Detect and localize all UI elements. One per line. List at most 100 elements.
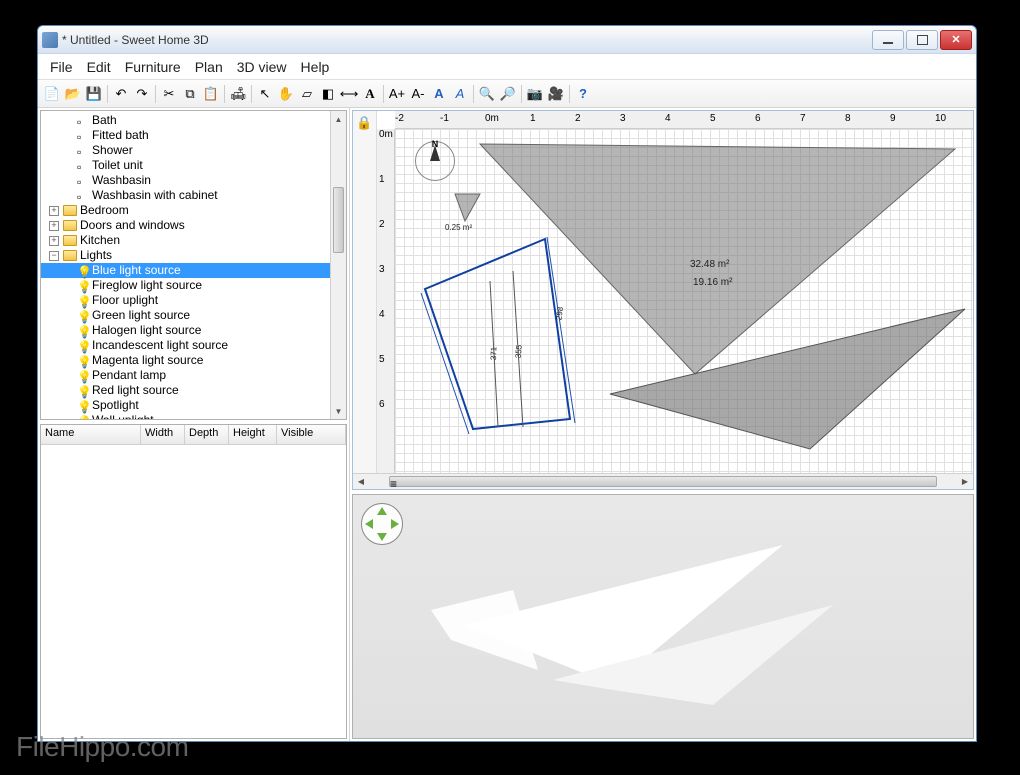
catalog-item[interactable]: ▫Shower xyxy=(41,143,330,158)
catalog-item[interactable]: ▫Washbasin xyxy=(41,173,330,188)
titlebar[interactable]: * Untitled - Sweet Home 3D xyxy=(38,26,976,54)
plan-shapes xyxy=(395,129,973,473)
plan-canvas-area[interactable]: -2-10m1234567891011 0m123456 xyxy=(377,111,973,473)
cut-icon[interactable]: ✂ xyxy=(159,84,179,104)
scroll-up-icon[interactable]: ▲ xyxy=(331,111,346,127)
3d-shapes xyxy=(353,495,973,738)
redo-icon[interactable]: ↷ xyxy=(132,84,152,104)
ruler-tick: 6 xyxy=(755,113,761,124)
light-icon: 💡 xyxy=(77,340,89,352)
catalog-category[interactable]: +Doors and windows xyxy=(41,218,330,233)
expander-icon[interactable]: − xyxy=(49,251,59,261)
photo-icon[interactable]: 📷 xyxy=(525,84,545,104)
catalog-item[interactable]: 💡Magenta light source xyxy=(41,353,330,368)
scroll-left-icon[interactable]: ◀ xyxy=(353,474,369,490)
col-height[interactable]: Height xyxy=(229,425,277,444)
scroll-down-icon[interactable]: ▼ xyxy=(331,403,346,419)
catalog-item[interactable]: 💡Blue light source xyxy=(41,263,330,278)
help-icon[interactable]: ? xyxy=(573,84,593,104)
catalog-item[interactable]: ▫Toilet unit xyxy=(41,158,330,173)
ruler-tick: 3 xyxy=(620,113,626,124)
expander-icon[interactable]: + xyxy=(49,206,59,216)
menu-edit[interactable]: Edit xyxy=(81,57,117,77)
text-tool-icon[interactable]: A xyxy=(360,84,380,104)
catalog-category[interactable]: −Lights xyxy=(41,248,330,263)
catalog-item[interactable]: ▫Bath xyxy=(41,113,330,128)
menu-furniture[interactable]: Furniture xyxy=(119,57,187,77)
col-visible[interactable]: Visible xyxy=(277,425,346,444)
ruler-tick: 1 xyxy=(530,113,536,124)
add-furniture-icon[interactable]: 🛋 xyxy=(228,84,248,104)
decrease-text-icon[interactable]: A- xyxy=(408,84,428,104)
catalog-item[interactable]: 💡Incandescent light source xyxy=(41,338,330,353)
furniture-icon: ▫ xyxy=(77,190,89,202)
plan-canvas[interactable]: N 32.48 m² 19.16 m² 0.25 m² 371 355 298 xyxy=(395,129,973,473)
light-icon: 💡 xyxy=(77,265,89,277)
lock-icon[interactable]: 🔒 xyxy=(355,113,375,133)
3d-view[interactable] xyxy=(352,494,974,739)
ruler-tick: 4 xyxy=(379,309,385,320)
ruler-tick: 3 xyxy=(379,264,385,275)
copy-icon[interactable]: ⧉ xyxy=(180,84,200,104)
catalog-item[interactable]: 💡Halogen light source xyxy=(41,323,330,338)
h-scroll-thumb[interactable]: ≡ xyxy=(389,476,937,487)
menu-file[interactable]: File xyxy=(44,57,79,77)
zoom-out-icon[interactable]: 🔎 xyxy=(498,84,518,104)
catalog-tree[interactable]: ▫Bath▫Fitted bath▫Shower▫Toilet unit▫Was… xyxy=(41,111,330,419)
catalog-item[interactable]: 💡Fireglow light source xyxy=(41,278,330,293)
italic-icon[interactable]: A xyxy=(450,84,470,104)
select-tool-icon[interactable]: ↖ xyxy=(255,84,275,104)
bold-icon[interactable]: A xyxy=(429,84,449,104)
app-icon xyxy=(42,32,58,48)
col-name[interactable]: Name xyxy=(41,425,141,444)
ruler-vertical: 0m123456 xyxy=(377,129,395,473)
col-width[interactable]: Width xyxy=(141,425,185,444)
catalog-item[interactable]: 💡Floor uplight xyxy=(41,293,330,308)
room-tool-icon[interactable]: ◧ xyxy=(318,84,338,104)
catalog-scrollbar[interactable]: ▲ ▼ xyxy=(330,111,346,419)
menu-help[interactable]: Help xyxy=(295,57,336,77)
expander-icon[interactable]: + xyxy=(49,236,59,246)
zoom-in-icon[interactable]: 🔍 xyxy=(477,84,497,104)
minimize-button[interactable] xyxy=(872,30,904,50)
furniture-list: Name Width Depth Height Visible xyxy=(40,424,347,739)
close-button[interactable] xyxy=(940,30,972,50)
catalog-item[interactable]: 💡Green light source xyxy=(41,308,330,323)
catalog-item[interactable]: ▫Washbasin with cabinet xyxy=(41,188,330,203)
maximize-button[interactable] xyxy=(906,30,938,50)
left-panel: ▫Bath▫Fitted bath▫Shower▫Toilet unit▫Was… xyxy=(38,108,350,741)
scroll-thumb[interactable] xyxy=(333,187,344,253)
video-icon[interactable]: 🎥 xyxy=(546,84,566,104)
menu-3dview[interactable]: 3D view xyxy=(231,57,293,77)
folder-icon xyxy=(63,205,77,216)
save-icon[interactable]: 💾 xyxy=(84,84,104,104)
right-panel: 🔒 -2-10m1234567891011 0m123456 xyxy=(350,108,976,741)
catalog-item[interactable]: 💡Wall uplight xyxy=(41,413,330,419)
col-depth[interactable]: Depth xyxy=(185,425,229,444)
menu-plan[interactable]: Plan xyxy=(189,57,229,77)
plan-h-scrollbar[interactable]: ◀ ≡ ▶ xyxy=(353,473,973,489)
catalog-item[interactable]: 💡Spotlight xyxy=(41,398,330,413)
dimension-tool-icon[interactable]: ⟷ xyxy=(339,84,359,104)
catalog-item[interactable]: 💡Pendant lamp xyxy=(41,368,330,383)
catalog-category[interactable]: +Bedroom xyxy=(41,203,330,218)
pan-tool-icon[interactable]: ✋ xyxy=(276,84,296,104)
ruler-tick: 6 xyxy=(379,399,385,410)
open-icon[interactable]: 📂 xyxy=(63,84,83,104)
scroll-right-icon[interactable]: ▶ xyxy=(957,474,973,490)
plan-tools: 🔒 xyxy=(353,111,377,473)
undo-icon[interactable]: ↶ xyxy=(111,84,131,104)
paste-icon[interactable]: 📋 xyxy=(201,84,221,104)
increase-text-icon[interactable]: A+ xyxy=(387,84,407,104)
window-controls xyxy=(872,30,972,50)
catalog-item[interactable]: ▫Fitted bath xyxy=(41,128,330,143)
expander-icon[interactable]: + xyxy=(49,221,59,231)
compass[interactable]: N xyxy=(415,141,455,181)
wall-tool-icon[interactable]: ▱ xyxy=(297,84,317,104)
ruler-tick: 9 xyxy=(890,113,896,124)
catalog-category[interactable]: +Kitchen xyxy=(41,233,330,248)
new-icon[interactable]: 📄 xyxy=(42,84,62,104)
table-header[interactable]: Name Width Depth Height Visible xyxy=(41,425,346,445)
main-content: ▫Bath▫Fitted bath▫Shower▫Toilet unit▫Was… xyxy=(38,108,976,741)
catalog-item[interactable]: 💡Red light source xyxy=(41,383,330,398)
